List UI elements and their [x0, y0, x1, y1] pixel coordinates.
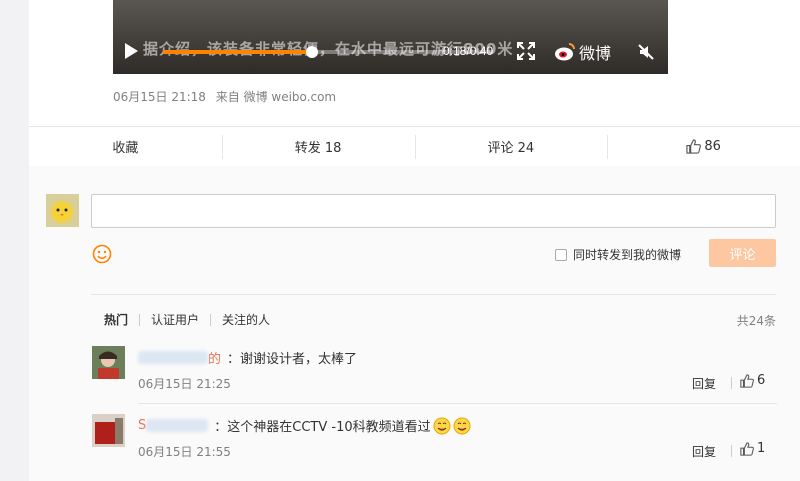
- mute-icon[interactable]: [637, 43, 655, 61]
- like-button[interactable]: 86: [607, 127, 800, 165]
- commenter-avatar[interactable]: [92, 346, 125, 379]
- weibo-logo: 微博: [553, 40, 611, 64]
- tab-separator: [210, 313, 212, 326]
- action-bar: 收藏 转发 18 评论 24 86: [29, 127, 800, 165]
- commenter-avatar[interactable]: [92, 414, 125, 447]
- chick-avatar-image: [46, 194, 79, 227]
- post-source[interactable]: 来自 微博 weibo.com: [216, 90, 336, 104]
- emoji-icon[interactable]: [92, 244, 112, 264]
- thumbs-up-icon: [686, 138, 702, 154]
- blurred-username: [146, 419, 209, 432]
- video-time: 0:18/0:40: [443, 44, 494, 58]
- forward-button[interactable]: 转发 18: [221, 127, 415, 165]
- action-separator: [731, 377, 732, 389]
- comment-like-button[interactable]: 6: [740, 373, 765, 388]
- filter-divider: [91, 294, 776, 295]
- comment-input[interactable]: [91, 194, 776, 228]
- commenter-name[interactable]: S ：这个神器在CCTV -10科教频道看过: [138, 416, 471, 435]
- comment-filter-tabs: 热门 认证用户 关注的人: [104, 311, 270, 328]
- comment-like-button[interactable]: 1: [740, 441, 765, 456]
- favorite-button[interactable]: 收藏: [29, 127, 222, 165]
- video-player[interactable]: 据介绍，该装备非常轻便，在水中最远可游行800米 0:18/0:40 微博: [113, 0, 668, 74]
- commenter-photo: [92, 414, 125, 447]
- fullscreen-icon[interactable]: [517, 42, 535, 60]
- comment-text-body: ：这个神器在CCTV -10科教频道看过: [214, 420, 431, 435]
- weibo-post-card: 据介绍，该装备非常轻便，在水中最远可游行800米 0:18/0:40 微博 06…: [29, 0, 800, 481]
- comment-text: ：谢谢设计者，太棒了: [227, 352, 358, 367]
- reply-button[interactable]: 回复: [692, 443, 716, 460]
- commenter-name[interactable]: 的 ：谢谢设计者，太棒了: [138, 348, 357, 367]
- weibo-eye-icon: [555, 43, 575, 61]
- post-meta: 06月15日 21:18 来自 微博 weibo.com: [113, 88, 342, 105]
- comment-button[interactable]: 评论 24: [414, 127, 608, 165]
- reply-button[interactable]: 回复: [692, 375, 716, 392]
- post-date[interactable]: 06月15日 21:18: [113, 90, 206, 104]
- comment-total: 共24条: [736, 314, 776, 328]
- comment-like-count: 6: [757, 373, 766, 388]
- comment-label: 评论 24: [487, 140, 535, 156]
- like-count: 86: [704, 138, 721, 154]
- commenter-name-suffix: 的: [208, 352, 222, 367]
- forward-option-label: 同时转发到我的微博: [573, 248, 682, 262]
- drooling-emoji-icon: [453, 417, 471, 434]
- thumbs-up-icon: [740, 373, 754, 388]
- forward-to-my-weibo-option[interactable]: 同时转发到我的微博: [555, 246, 681, 263]
- action-separator: [731, 445, 732, 457]
- weibo-logo-text: 微博: [579, 44, 612, 63]
- tab-following[interactable]: 关注的人: [222, 311, 270, 328]
- commenter-name-prefix: S: [138, 418, 147, 433]
- commenter-photo: [92, 346, 125, 379]
- play-icon[interactable]: [125, 43, 138, 59]
- comment-like-count: 1: [757, 441, 766, 456]
- drooling-emoji-icon: [433, 417, 451, 434]
- tab-verified-users[interactable]: 认证用户: [151, 311, 199, 328]
- submit-comment-button[interactable]: 评论: [709, 239, 776, 267]
- my-avatar[interactable]: [46, 194, 79, 227]
- blurred-username: [138, 351, 208, 364]
- thumbs-up-icon: [740, 441, 754, 456]
- favorite-label: 收藏: [112, 140, 139, 156]
- tab-hot[interactable]: 热门: [104, 311, 128, 328]
- video-progress-knob[interactable]: [305, 46, 318, 58]
- comment-text: ：这个神器在CCTV -10科教频道看过: [214, 416, 471, 435]
- video-progress-fill: [163, 50, 312, 54]
- forward-label: 转发 18: [294, 140, 342, 156]
- comment-time: 06月15日 21:55: [138, 445, 231, 459]
- comment-time: 06月15日 21:25: [138, 377, 231, 391]
- comment-divider: [138, 403, 777, 404]
- forward-checkbox[interactable]: [555, 248, 567, 261]
- tab-separator: [139, 313, 141, 326]
